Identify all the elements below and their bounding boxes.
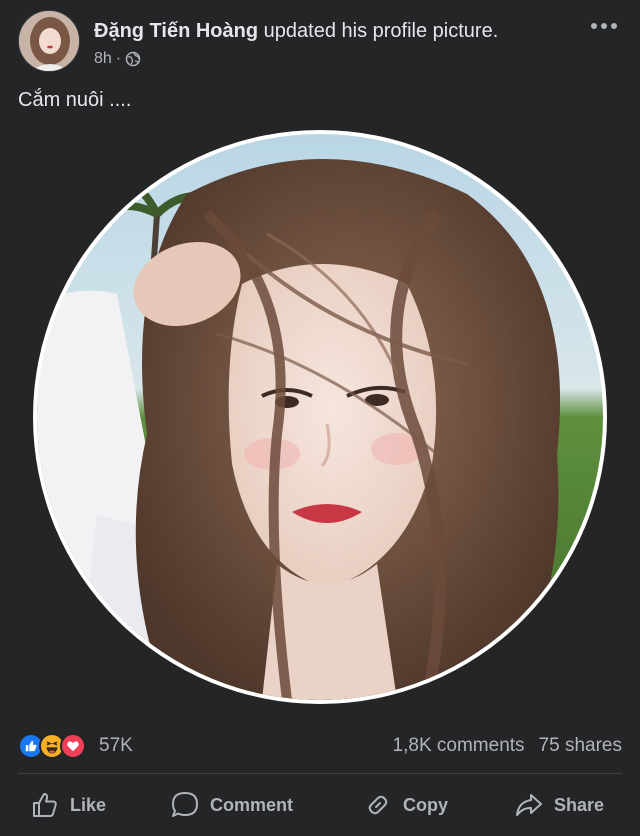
copy-label: Copy [403,794,448,815]
profile-picture[interactable] [33,130,607,704]
share-button[interactable]: Share [514,786,604,824]
profile-photo-image [37,134,603,700]
share-arrow-icon [516,794,542,816]
post-timestamp[interactable]: 8h [94,49,112,69]
share-label: Share [554,794,605,815]
globe-icon[interactable] [125,51,141,67]
post-action-text: updated his profile picture. [263,20,499,42]
post-action-bar: Like Comment Copy Share [18,780,622,830]
feed-post: Đặng Tiến Hoàng updated his profile pict… [0,0,640,836]
author-name[interactable]: Đặng Tiến Hoàng [94,20,258,42]
like-label: Like [70,794,107,815]
copy-button[interactable]: Copy [363,786,448,824]
engagement-counts: 1,8K comments 75 shares [393,735,622,757]
reactions-summary: 57K 1,8K comments 75 shares [18,730,622,762]
like-button[interactable]: Like [30,786,106,824]
divider [18,773,622,774]
more-dots-icon [591,23,617,29]
reaction-count[interactable]: 57K [99,735,133,757]
meta-separator: · [115,50,122,67]
shares-count[interactable]: 75 shares [539,735,622,757]
comment-button[interactable]: Comment [170,786,293,824]
thumbs-up-icon [33,793,57,817]
comment-bubble-icon [172,792,198,817]
comment-label: Comment [210,794,294,815]
love-reaction-icon [60,733,86,759]
reaction-icons[interactable] [18,733,86,759]
avatar-image [19,11,79,71]
comments-count[interactable]: 1,8K comments [393,735,525,757]
post-caption: Cắm nuôi .... [18,89,132,111]
post-header: Đặng Tiến Hoàng updated his profile pict… [18,10,622,74]
author-avatar[interactable] [18,10,80,72]
more-options-button[interactable] [590,16,618,36]
link-icon [368,795,388,815]
post-title: Đặng Tiến Hoàng updated his profile pict… [94,19,498,43]
post-meta: 8h · [94,49,141,69]
